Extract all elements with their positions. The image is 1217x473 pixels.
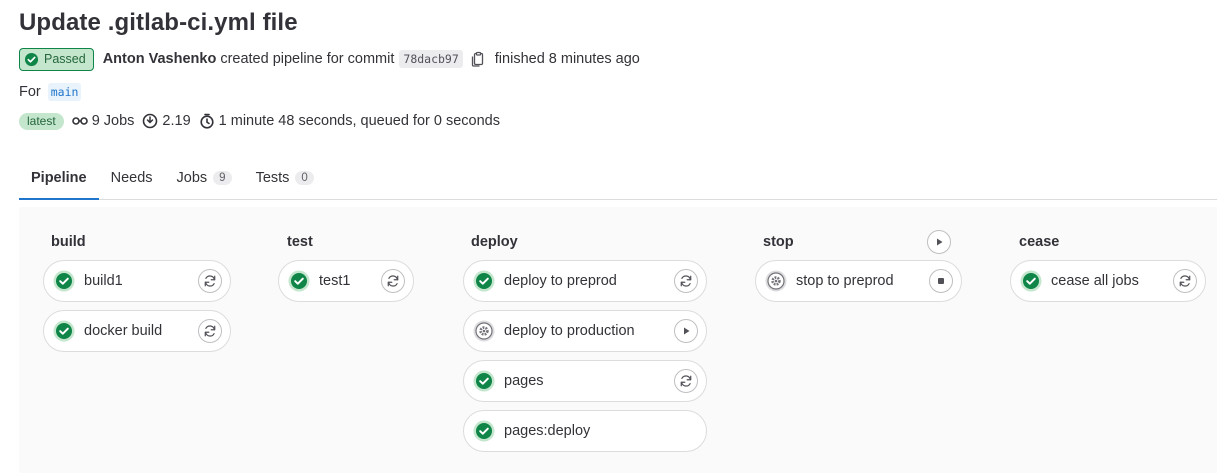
stage-title-build: build [51, 234, 86, 250]
job-test1[interactable]: test1 [278, 260, 414, 302]
stage-title-stop: stop [763, 234, 794, 250]
compute-text: 2.19 [162, 113, 191, 129]
finished-text: finished 8 minutes ago [494, 51, 640, 67]
status-manual-icon [765, 270, 787, 292]
play-icon[interactable] [674, 319, 698, 343]
job-build1[interactable]: build1 [43, 260, 231, 302]
job-pages[interactable]: pages [463, 360, 707, 402]
tab-label: Tests [255, 169, 290, 186]
tab-tests[interactable]: Tests 0 [244, 155, 326, 200]
tab-jobs[interactable]: Jobs 9 [165, 155, 244, 200]
action-text: created pipeline for commit [220, 51, 395, 67]
status-success-icon [53, 270, 75, 292]
job-deploy-to-production[interactable]: deploy to production [463, 310, 707, 352]
stop-icon[interactable] [929, 269, 953, 293]
pipeline-stats: latest 9 Jobs 2.19 1 minute 48 seconds, … [19, 111, 508, 131]
job-docker-build[interactable]: docker build [43, 310, 231, 352]
status-label: Passed [44, 52, 86, 66]
job-name: deploy to production [504, 323, 635, 339]
job-cease-all-jobs[interactable]: cease all jobs [1010, 260, 1206, 302]
status-success-icon [288, 270, 310, 292]
pipeline-tabs: Pipeline Needs Jobs 9 Tests 0 [19, 155, 1217, 200]
status-success-icon [1020, 270, 1042, 292]
job-name: stop to preprod [796, 273, 894, 289]
retry-icon[interactable] [198, 319, 222, 343]
play-icon[interactable] [927, 230, 951, 254]
author-link[interactable]: Anton Vashenko [103, 51, 217, 67]
status-success-icon [473, 270, 495, 292]
job-stop-to-preprod[interactable]: stop to preprod [755, 260, 962, 302]
status-badge[interactable]: Passed [19, 47, 94, 71]
job-name: pages:deploy [504, 423, 591, 439]
retry-icon[interactable] [674, 369, 698, 393]
status-success-icon [53, 320, 75, 342]
pipeline-icon [71, 117, 88, 125]
tab-needs[interactable]: Needs [99, 155, 165, 200]
job-name: docker build [84, 323, 163, 339]
retry-icon[interactable] [1173, 269, 1197, 293]
copy-icon[interactable] [470, 51, 486, 67]
status-success-icon [473, 370, 495, 392]
job-name: test1 [319, 273, 351, 289]
status-success-icon [473, 420, 495, 442]
tab-pipeline[interactable]: Pipeline [19, 155, 99, 200]
compute-minutes: 2.19 [142, 113, 191, 129]
stage-title-cease: cease [1019, 234, 1060, 250]
for-label: For [19, 84, 41, 100]
tab-count: 9 [213, 170, 232, 185]
pipeline-graph: build build1 docker build test test1 dep… [19, 207, 1217, 473]
duration-text: 1 minute 48 seconds, queued for 0 second… [218, 113, 500, 129]
job-name: pages [504, 373, 544, 389]
jobs-count: 9 Jobs [71, 113, 135, 129]
duration: 1 minute 48 seconds, queued for 0 second… [199, 113, 500, 129]
pipeline-meta: Passed Anton Vashenko created pipeline f… [19, 47, 640, 71]
timer-icon [200, 113, 214, 129]
latest-badge: latest [19, 112, 64, 130]
status-manual-icon [473, 320, 495, 342]
commit-sha[interactable]: 78dacb97 [399, 50, 463, 68]
compute-icon [143, 113, 158, 129]
ref-link[interactable]: main [47, 83, 82, 101]
check-circle-icon [24, 52, 39, 67]
tab-label: Needs [110, 169, 153, 186]
stage-title-test: test [287, 234, 313, 250]
page-title: Update .gitlab-ci.yml file [19, 9, 298, 36]
ref-row: For main [19, 82, 82, 102]
tab-count: 0 [295, 170, 314, 185]
tab-label: Jobs [176, 169, 208, 186]
retry-icon[interactable] [198, 269, 222, 293]
job-name: cease all jobs [1051, 273, 1139, 289]
retry-icon[interactable] [381, 269, 405, 293]
job-pages-deploy[interactable]: pages:deploy [463, 410, 707, 452]
stage-title-deploy: deploy [471, 234, 518, 250]
job-name: deploy to preprod [504, 273, 617, 289]
job-deploy-to-preprod[interactable]: deploy to preprod [463, 260, 707, 302]
job-name: build1 [84, 273, 123, 289]
retry-icon[interactable] [674, 269, 698, 293]
tab-label: Pipeline [31, 169, 87, 186]
jobs-count-text: 9 Jobs [91, 113, 135, 129]
